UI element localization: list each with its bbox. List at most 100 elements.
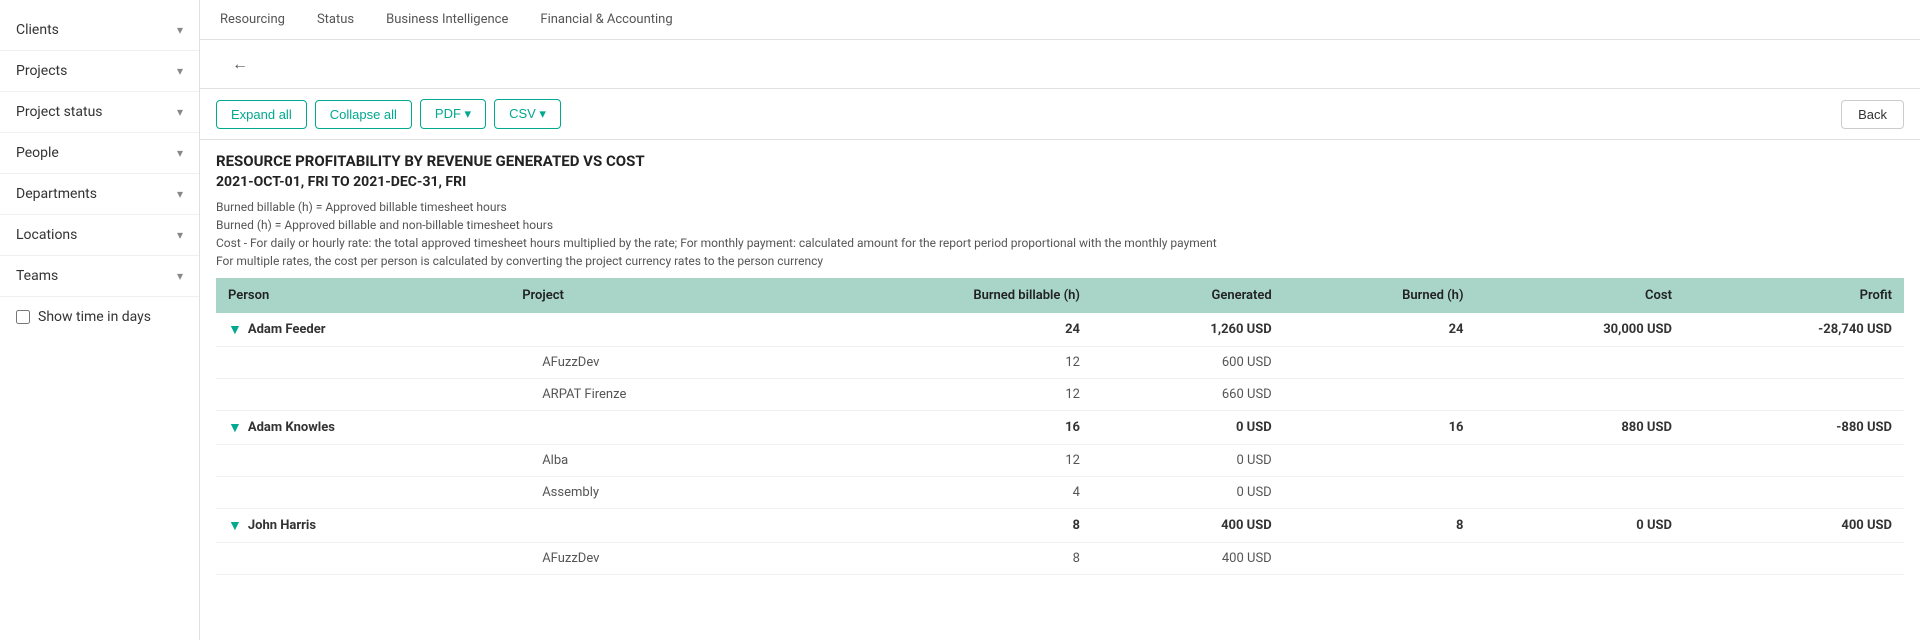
- expand-person-icon[interactable]: ▼: [228, 517, 242, 534]
- sidebar-item-label: Projects: [16, 63, 67, 79]
- cell-burned-billable: 8: [798, 543, 1092, 575]
- cell-project: ARPAT Firenze: [510, 379, 798, 411]
- nav-tab-3[interactable]: Financial & Accounting: [536, 2, 676, 37]
- cell-project: Assembly: [510, 477, 798, 509]
- table-row: ARPAT Firenze12660 USD: [216, 379, 1904, 411]
- csv-button[interactable]: CSV ▾: [494, 99, 561, 129]
- top-nav: Resourcing Status Business Intelligence Fin…: [200, 0, 1920, 40]
- nav-tab-2[interactable]: Business Intelligence: [382, 2, 512, 37]
- cell-profit: -28,740 USD: [1684, 313, 1904, 347]
- cell-person: [216, 379, 510, 411]
- col-header-0: Person: [216, 278, 510, 313]
- col-header-3: Generated: [1092, 278, 1284, 313]
- sidebar-item-people[interactable]: People▾: [0, 133, 199, 174]
- report-header: RESOURCE PROFITABILITY BY REVENUE GENERA…: [200, 140, 1920, 278]
- cell-burned-billable: 8: [798, 509, 1092, 543]
- cell-burned: [1284, 477, 1476, 509]
- nav-tab-1[interactable]: Status: [313, 2, 358, 37]
- cell-person: ▼ Adam Knowles: [216, 411, 510, 445]
- cell-burned-billable: 16: [798, 411, 1092, 445]
- cell-cost: [1476, 347, 1684, 379]
- col-header-1: Project: [510, 278, 798, 313]
- nav-tab-0[interactable]: Resourcing: [216, 2, 289, 37]
- back-button[interactable]: Back: [1841, 100, 1904, 129]
- expand-all-button[interactable]: Expand all: [216, 100, 307, 129]
- sidebar-item-label: Teams: [16, 268, 58, 284]
- chevron-down-icon: ▾: [177, 187, 183, 201]
- main-content: Resourcing Status Business Intelligence Fin…: [200, 0, 1920, 640]
- cell-generated: 1,260 USD: [1092, 313, 1284, 347]
- chevron-down-icon: ▾: [177, 64, 183, 78]
- cell-cost: [1476, 445, 1684, 477]
- col-header-4: Burned (h): [1284, 278, 1476, 313]
- report-desc1: Burned billable (h) = Approved billable …: [216, 198, 1904, 216]
- pdf-button[interactable]: PDF ▾: [420, 99, 486, 129]
- table-row: ▼Adam Feeder241,260 USD2430,000 USD-28,7…: [216, 313, 1904, 347]
- table-row: Alba120 USD: [216, 445, 1904, 477]
- back-arrow-icon[interactable]: ←: [216, 46, 264, 82]
- cell-burned: [1284, 543, 1476, 575]
- sidebar-item-label: Project status: [16, 104, 103, 120]
- chevron-down-icon: ▾: [177, 146, 183, 160]
- chevron-down-icon: ▾: [177, 269, 183, 283]
- cell-project: [510, 313, 798, 347]
- person-name-text: John Harris: [248, 518, 316, 533]
- cell-profit: 400 USD: [1684, 509, 1904, 543]
- chevron-down-icon: ▾: [177, 105, 183, 119]
- cell-burned: 8: [1284, 509, 1476, 543]
- col-header-2: Burned billable (h): [798, 278, 1092, 313]
- sidebar-item-departments[interactable]: Departments ▾: [0, 174, 199, 215]
- sidebar-item-clients[interactable]: Clients ▾: [0, 10, 199, 51]
- show-time-in-days-item[interactable]: Show time in days: [0, 297, 199, 337]
- toolbar: Expand all Collapse all PDF ▾ CSV ▾ Back: [200, 89, 1920, 140]
- cell-person: ▼ John Harris: [216, 509, 510, 543]
- table-container: PersonProjectBurned billable (h)Generate…: [200, 278, 1920, 640]
- sidebar-item-project-status[interactable]: Project status ▾: [0, 92, 199, 133]
- cell-profit: [1684, 347, 1904, 379]
- show-time-in-days-checkbox[interactable]: [16, 310, 30, 324]
- table-row: Assembly40 USD: [216, 477, 1904, 509]
- profitability-table: PersonProjectBurned billable (h)Generate…: [216, 278, 1904, 575]
- cell-burned: [1284, 379, 1476, 411]
- report-desc2: Burned (h) = Approved billable and non-b…: [216, 216, 1904, 234]
- cell-person: [216, 445, 510, 477]
- table-row: ▼Adam Knowles160 USD16880 USD-880 USD: [216, 411, 1904, 445]
- col-header-5: Cost: [1476, 278, 1684, 313]
- cell-cost: 0 USD: [1476, 509, 1684, 543]
- sidebar-item-label: Departments: [16, 186, 97, 202]
- report-title: RESOURCE PROFITABILITY BY REVENUE GENERA…: [216, 152, 1904, 170]
- cell-cost: 880 USD: [1476, 411, 1684, 445]
- cell-person: [216, 347, 510, 379]
- person-name-text: Adam Feeder: [248, 322, 326, 337]
- sidebar-item-label: Locations: [16, 227, 77, 243]
- col-header-6: Profit: [1684, 278, 1904, 313]
- cell-person: [216, 543, 510, 575]
- expand-person-icon[interactable]: ▼: [228, 321, 242, 338]
- cell-person: [216, 477, 510, 509]
- cell-project: Alba: [510, 445, 798, 477]
- cell-profit: [1684, 477, 1904, 509]
- cell-burned: [1284, 445, 1476, 477]
- cell-profit: [1684, 379, 1904, 411]
- collapse-all-button[interactable]: Collapse all: [315, 100, 412, 129]
- sidebar-item-label: Clients: [16, 22, 59, 38]
- person-name-text: Adam Knowles: [248, 420, 335, 435]
- cell-person: ▼ Adam Feeder: [216, 313, 510, 347]
- cell-cost: [1476, 379, 1684, 411]
- cell-burned: [1284, 347, 1476, 379]
- cell-generated: 0 USD: [1092, 445, 1284, 477]
- show-time-in-days-label: Show time in days: [38, 309, 151, 325]
- report-desc4: For multiple rates, the cost per person …: [216, 252, 1904, 270]
- cell-generated: 660 USD: [1092, 379, 1284, 411]
- cell-burned-billable: 24: [798, 313, 1092, 347]
- report-subtitle: 2021-OCT-01, FRI TO 2021-DEC-31, FRI: [216, 174, 1904, 190]
- cell-cost: 30,000 USD: [1476, 313, 1684, 347]
- sidebar: Clients▾Projects▾Project status▾People▾D…: [0, 0, 200, 640]
- sidebar-item-projects[interactable]: Projects ▾: [0, 51, 199, 92]
- chevron-down-icon: ▾: [177, 23, 183, 37]
- sidebar-item-locations[interactable]: Locations▾: [0, 215, 199, 256]
- expand-person-icon[interactable]: ▼: [228, 419, 242, 436]
- sidebar-item-teams[interactable]: Teams ▾: [0, 256, 199, 297]
- cell-burned-billable: 12: [798, 379, 1092, 411]
- cell-cost: [1476, 477, 1684, 509]
